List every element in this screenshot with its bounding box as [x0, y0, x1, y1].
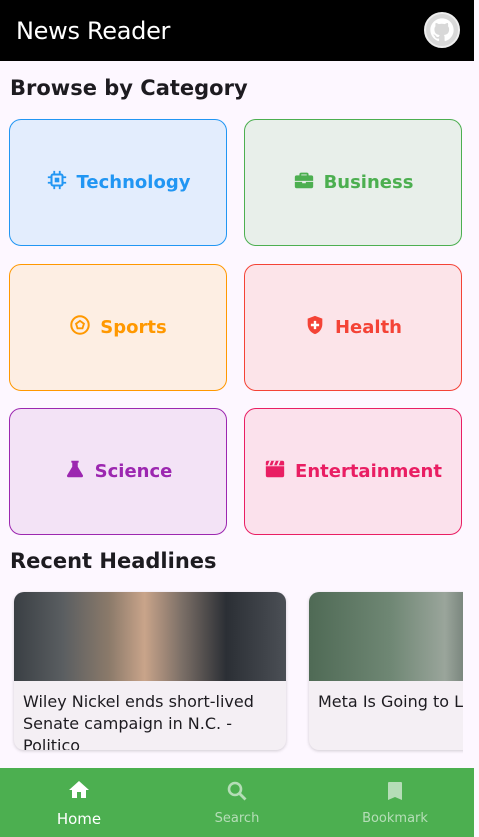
- search-icon: [224, 779, 250, 807]
- briefcase-icon: [293, 169, 315, 196]
- browse-by-category-heading: Browse by Category: [10, 76, 248, 100]
- github-icon[interactable]: [424, 12, 460, 48]
- category-card-sports[interactable]: Sports: [9, 264, 227, 391]
- headline-card[interactable]: Meta Is Going to Let Candidates Use AI D: [309, 592, 463, 750]
- category-card-science[interactable]: Science: [9, 408, 227, 535]
- nav-search[interactable]: Search: [158, 768, 316, 837]
- recent-headlines-heading: Recent Headlines: [10, 549, 217, 573]
- category-label: Health: [334, 317, 402, 338]
- home-icon: [66, 778, 92, 806]
- chip-icon: [46, 169, 68, 196]
- flask-icon: [64, 458, 86, 485]
- nav-label: Home: [56, 809, 102, 828]
- bottom-navigation: Home Search Bookmark: [0, 768, 474, 837]
- headline-image: [14, 592, 286, 681]
- headline-image: [309, 592, 463, 681]
- category-label: Technology: [76, 172, 191, 193]
- bookmark-icon: [382, 779, 408, 807]
- soccer-ball-icon: [69, 314, 91, 341]
- category-card-business[interactable]: Business: [244, 119, 462, 246]
- headline-card[interactable]: Wiley Nickel ends short-lived Senate cam…: [14, 592, 286, 750]
- category-label: Business: [323, 172, 414, 193]
- medical-shield-icon: [304, 314, 326, 341]
- category-card-health[interactable]: Health: [244, 264, 462, 391]
- headlines-carousel[interactable]: Wiley Nickel ends short-lived Senate cam…: [0, 585, 463, 760]
- headline-title: Wiley Nickel ends short-lived Senate cam…: [23, 692, 254, 750]
- app-title: News Reader: [16, 16, 171, 45]
- nav-bookmark[interactable]: Bookmark: [316, 768, 474, 837]
- app-bar: News Reader: [0, 0, 474, 61]
- movie-clapper-icon: [264, 458, 286, 485]
- category-card-technology[interactable]: Technology: [9, 119, 227, 246]
- category-label: Entertainment: [295, 461, 442, 482]
- nav-home[interactable]: Home: [0, 768, 158, 837]
- nav-label: Search: [214, 811, 260, 826]
- category-label: Science: [94, 461, 173, 482]
- headline-title: Meta Is Going to Let Candidates Use AI D: [318, 692, 463, 711]
- category-label: Sports: [100, 317, 167, 338]
- nav-label: Bookmark: [362, 811, 428, 826]
- category-card-entertainment[interactable]: Entertainment: [244, 408, 462, 535]
